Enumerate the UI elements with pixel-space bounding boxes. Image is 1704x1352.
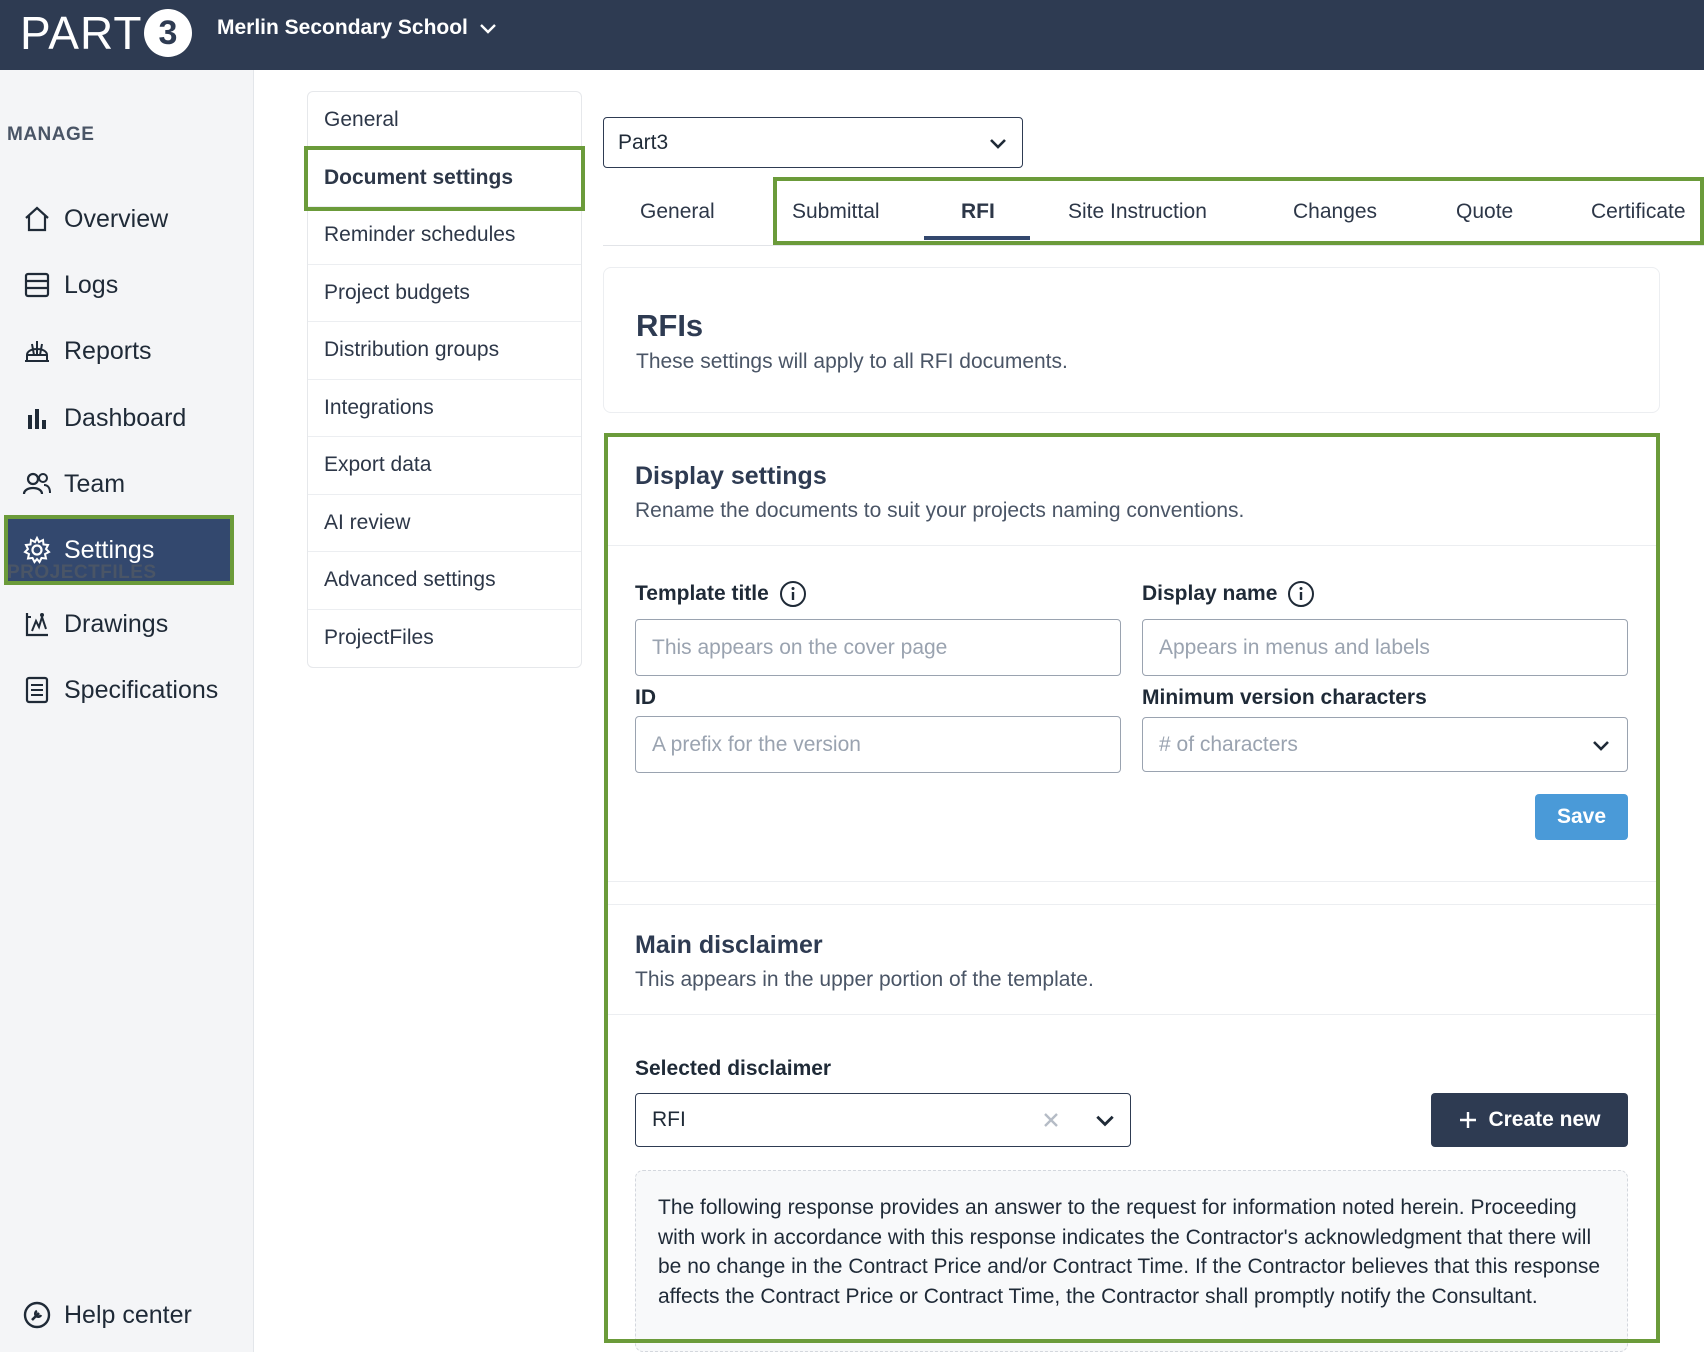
part3-logo[interactable]: PART 3	[20, 6, 193, 60]
template-title-label-text: Template title	[635, 582, 769, 605]
divider	[608, 545, 1656, 546]
document-type-tabs: General Submittal RFI Site Instruction C…	[603, 178, 1704, 246]
subnav-item-ai-review[interactable]: AI review	[308, 495, 581, 552]
subnav-item-project-budgets[interactable]: Project budgets	[308, 265, 581, 322]
company-select[interactable]: Part3	[603, 117, 1023, 168]
help-center-link[interactable]: Help center	[8, 1284, 230, 1346]
sidebar-item-label: Settings	[64, 535, 155, 564]
subnav-item-integrations[interactable]: Integrations	[308, 380, 581, 437]
template-title-placeholder: This appears on the cover page	[652, 635, 948, 659]
gear-icon	[23, 535, 51, 564]
home-icon	[25, 206, 49, 232]
top-bar: PART 3 Merlin Secondary School	[0, 0, 1704, 70]
display-name-label-text: Display name	[1142, 582, 1278, 605]
sidebar-item-dashboard[interactable]: Dashboard	[8, 387, 230, 449]
main-disclaimer-subtitle: This appears in the upper portion of the…	[635, 968, 1094, 991]
sidebar: MANAGE Overview Logs Reports Dashboard T…	[0, 70, 254, 1352]
sidebar-item-label: Dashboard	[64, 403, 187, 432]
page-title: RFIs	[636, 308, 704, 343]
project-switcher[interactable]: Merlin Secondary School	[217, 16, 498, 40]
company-select-value: Part3	[618, 130, 669, 154]
id-prefix-placeholder: A prefix for the version	[652, 732, 861, 756]
selected-disclaimer-value: RFI	[652, 1108, 686, 1131]
tab-certificate[interactable]: Certificate	[1591, 178, 1686, 246]
page-subtitle: These settings will apply to all RFI doc…	[636, 350, 1068, 373]
bar-chart-icon	[28, 409, 46, 429]
team-icon	[22, 472, 51, 495]
display-name-label: Display name	[1142, 580, 1315, 608]
section-label-manage: MANAGE	[7, 124, 95, 145]
subnav-item-distribution-groups[interactable]: Distribution groups	[308, 322, 581, 380]
project-name: Merlin Secondary School	[217, 16, 468, 39]
divider	[608, 1014, 1656, 1015]
min-version-chars-placeholder: # of characters	[1159, 732, 1298, 756]
display-settings-title: Display settings	[635, 462, 827, 490]
chevron-down-icon	[1096, 1115, 1114, 1127]
subnav-item-document-settings[interactable]: Document settings	[304, 145, 585, 211]
subnav-item-reminder-schedules[interactable]: Reminder schedules	[308, 207, 581, 265]
subnav-item-advanced-settings[interactable]: Advanced settings	[308, 552, 581, 610]
disclaimer-text-preview: The following response provides an answe…	[635, 1170, 1628, 1352]
sidebar-item-label: Logs	[64, 270, 119, 299]
min-version-chars-label: Minimum version characters	[1142, 686, 1427, 709]
sidebar-item-label: Drawings	[64, 609, 169, 638]
sidebar-item-label: Specifications	[64, 675, 219, 704]
selected-disclaimer-label: Selected disclaimer	[635, 1057, 832, 1080]
sidebar-item-specifications[interactable]: Specifications	[8, 659, 230, 721]
main-disclaimer-title: Main disclaimer	[635, 931, 823, 959]
specifications-icon	[25, 676, 49, 704]
settings-subnav: General Document settings Reminder sched…	[304, 91, 585, 668]
section-label-projectfiles: PROJECTFILES	[7, 562, 157, 583]
subnav-item-export-data[interactable]: Export data	[308, 437, 581, 495]
divider	[608, 881, 1656, 882]
tab-changes[interactable]: Changes	[1293, 178, 1377, 246]
create-new-button[interactable]: Create new	[1431, 1093, 1628, 1147]
subnav-item-projectfiles[interactable]: ProjectFiles	[308, 610, 581, 668]
sidebar-item-label: Overview	[64, 204, 169, 233]
sidebar-item-label: Reports	[64, 336, 152, 365]
id-label: ID	[635, 686, 656, 709]
tab-submittal[interactable]: Submittal	[792, 178, 880, 246]
sidebar-item-label: Help center	[64, 1300, 192, 1329]
reports-icon	[25, 341, 49, 362]
display-settings-subtitle: Rename the documents to suit your projec…	[635, 499, 1245, 522]
chevron-down-icon	[480, 24, 496, 34]
chevron-down-icon	[1593, 740, 1609, 751]
divider	[608, 904, 1656, 905]
clear-icon[interactable]	[1040, 1109, 1062, 1131]
selected-disclaimer-select[interactable]: RFI	[635, 1093, 1131, 1147]
logo-badge: 3	[144, 9, 193, 57]
id-prefix-input[interactable]: A prefix for the version	[635, 716, 1121, 773]
active-tab-indicator	[924, 236, 1030, 240]
logo-text: PART	[20, 7, 143, 59]
create-new-label: Create new	[1488, 1108, 1601, 1131]
rfi-header-card: RFIs These settings will apply to all RF…	[603, 267, 1660, 413]
sidebar-item-team[interactable]: Team	[8, 453, 230, 515]
template-title-label: Template title	[635, 580, 807, 608]
sidebar-item-drawings[interactable]: Drawings	[8, 593, 230, 655]
sidebar-item-overview[interactable]: Overview	[8, 188, 230, 250]
chevron-down-icon	[990, 138, 1006, 149]
sidebar-item-logs[interactable]: Logs	[8, 254, 230, 316]
display-name-placeholder: Appears in menus and labels	[1159, 635, 1430, 659]
logs-icon	[24, 272, 50, 298]
subnav-item-general[interactable]: General	[308, 92, 581, 150]
info-icon[interactable]	[1287, 580, 1315, 608]
tab-general[interactable]: General	[640, 178, 715, 246]
drawings-icon	[25, 613, 48, 637]
min-version-chars-select[interactable]: # of characters	[1142, 717, 1628, 772]
tab-quote[interactable]: Quote	[1456, 178, 1513, 246]
display-name-input[interactable]: Appears in menus and labels	[1142, 619, 1628, 676]
save-button[interactable]: Save	[1535, 794, 1628, 840]
help-icon	[23, 1301, 51, 1329]
info-icon[interactable]	[779, 580, 807, 608]
sidebar-item-reports[interactable]: Reports	[8, 320, 230, 382]
template-title-input[interactable]: This appears on the cover page	[635, 619, 1121, 676]
sidebar-item-label: Team	[64, 469, 126, 498]
tab-site-instruction[interactable]: Site Instruction	[1068, 178, 1207, 246]
plus-icon	[1460, 1112, 1477, 1128]
